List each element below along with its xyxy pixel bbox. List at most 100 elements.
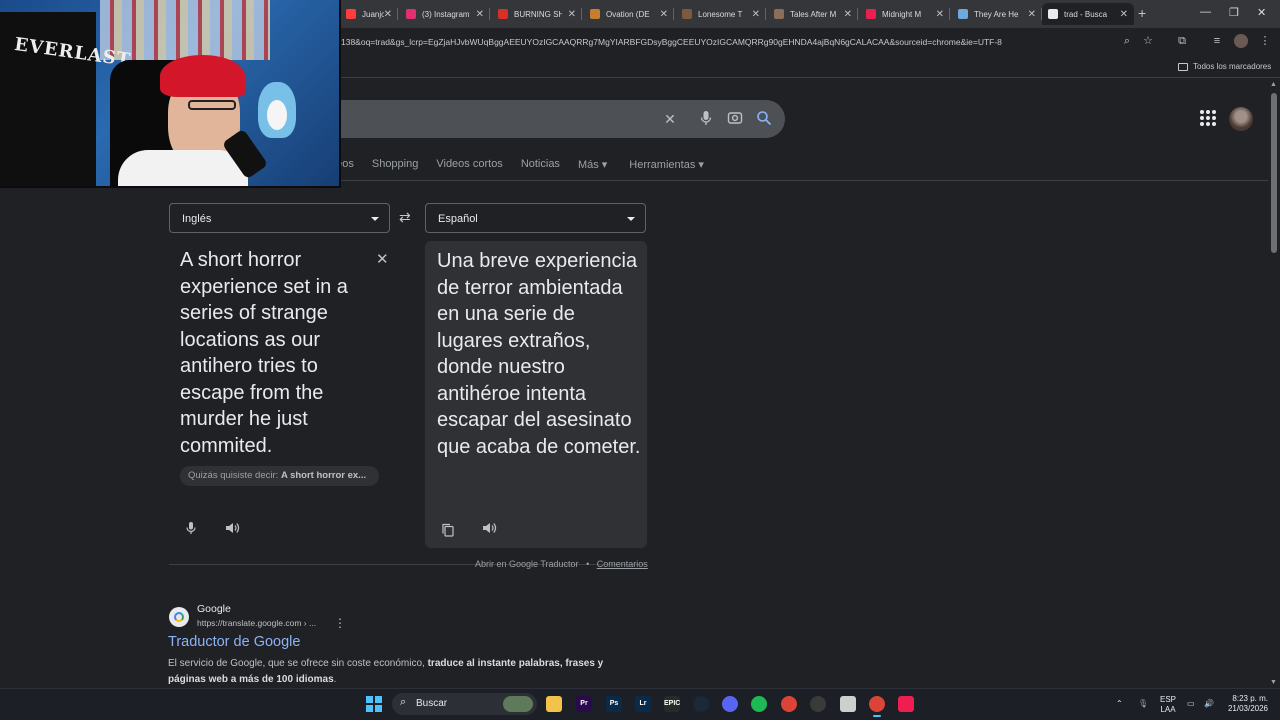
clear-search-icon[interactable]: ✕ <box>661 110 679 128</box>
glasses <box>188 100 236 110</box>
show-hidden-icons[interactable]: ⌃ <box>1116 699 1123 709</box>
source-text-input[interactable]: A short horror experience set in a serie… <box>180 247 380 459</box>
tab-title: trad - Busca <box>1064 9 1108 19</box>
chrome-active-taskbar-icon[interactable] <box>869 696 885 712</box>
close-tab-icon[interactable]: ✕ <box>568 9 576 20</box>
google-apps-icon[interactable] <box>1200 110 1216 126</box>
browser-tab[interactable]: They Are He ✕ <box>952 3 1042 25</box>
browser-tab[interactable]: Lonesome T ✕ <box>676 3 766 25</box>
separator-dot: • <box>586 559 590 569</box>
suggestion-value: A short horror ex... <box>280 470 367 481</box>
open-in-translate-link[interactable]: Abrir en Google Traductor <box>475 559 579 569</box>
epic-games-taskbar-icon[interactable]: EPIC <box>664 696 680 712</box>
volume-icon[interactable]: 🔊 <box>1204 699 1214 709</box>
maximize-button[interactable]: ❐ <box>1229 6 1239 19</box>
translator-footer: Abrir en Google Traductor • Comentarios <box>475 559 648 569</box>
swap-languages-icon[interactable]: ⇄ <box>399 209 411 226</box>
close-tab-icon[interactable]: ✕ <box>936 9 944 20</box>
zoom-icon[interactable]: ⌕ <box>1120 34 1134 48</box>
penguin-plush <box>258 82 296 138</box>
browser-tab[interactable]: trad - Busca ✕ <box>1042 3 1134 25</box>
close-tab-icon[interactable]: ✕ <box>752 9 760 20</box>
result-title-link[interactable]: Traductor de Google <box>168 634 300 650</box>
tab-title: (3) Instagram <box>422 9 470 19</box>
close-window-button[interactable]: ✕ <box>1257 6 1266 19</box>
file-explorer-taskbar-icon[interactable] <box>546 696 562 712</box>
tab-title: Juanjo <box>362 9 384 19</box>
search-icon[interactable] <box>755 110 773 128</box>
close-tab-icon[interactable]: ✕ <box>476 9 484 20</box>
photoshop-taskbar-icon[interactable]: Ps <box>606 696 622 712</box>
account-avatar[interactable] <box>1229 107 1253 131</box>
browser-tab[interactable]: Juanjo ✕ <box>340 3 398 25</box>
new-tab-button[interactable]: + <box>1138 5 1146 21</box>
microphone-icon[interactable] <box>183 521 199 537</box>
premiere-taskbar-icon[interactable]: Pr <box>576 696 592 712</box>
clear-source-icon[interactable]: ✕ <box>376 250 389 268</box>
listen-source-icon[interactable] <box>224 521 240 537</box>
browser-tab[interactable]: Tales After M ✕ <box>768 3 858 25</box>
close-tab-icon[interactable]: ✕ <box>1028 9 1036 20</box>
taskbar-clock[interactable]: 8:23 p. m. 21/03/2026 <box>1222 694 1268 714</box>
taskbar-search[interactable]: ⌕ Buscar <box>392 693 537 715</box>
browser-tab[interactable]: BURNING SH ✕ <box>492 3 582 25</box>
search-nav-tab[interactable]: Videos cortos <box>436 158 502 171</box>
taskbar-search-label: Buscar <box>416 698 448 709</box>
streamer-body <box>118 150 248 186</box>
dropdown-arrow-icon <box>371 217 379 221</box>
search-input[interactable] <box>320 100 785 138</box>
language-indicator[interactable]: ESP LAA <box>1160 695 1176 715</box>
discord-taskbar-icon[interactable] <box>722 696 738 712</box>
steam-taskbar-icon[interactable] <box>693 696 709 712</box>
tiktok-taskbar-icon[interactable] <box>898 696 914 712</box>
profile-avatar-icon[interactable] <box>1234 34 1248 48</box>
app-cat-taskbar-icon[interactable] <box>840 696 856 712</box>
bookmark-star-icon[interactable]: ☆ <box>1141 34 1155 48</box>
address-bar[interactable]: 138&oq=trad&gs_lcrp=EgZjaHJvbWUqBggAEEUY… <box>341 37 1002 47</box>
chrome-taskbar-icon[interactable] <box>781 696 797 712</box>
close-tab-icon[interactable]: ✕ <box>384 9 392 20</box>
listen-translation-icon[interactable] <box>481 521 497 537</box>
menu-icon[interactable]: ⋮ <box>1258 34 1272 48</box>
search-nav-tab[interactable]: Herramientas ▾ <box>629 158 704 171</box>
voice-search-icon[interactable] <box>697 110 715 128</box>
mic-tray-icon[interactable]: 🎙 <box>1138 699 1148 709</box>
tab-favicon-icon <box>958 9 968 19</box>
folder-icon <box>1178 62 1188 71</box>
copy-icon[interactable] <box>440 523 456 539</box>
search-nav-tab[interactable]: Más ▾ <box>578 158 607 171</box>
lens-search-icon[interactable] <box>726 110 744 128</box>
search-nav-tab[interactable]: Shopping <box>372 158 419 171</box>
obs-taskbar-icon[interactable] <box>810 696 826 712</box>
result-site-name: Google <box>197 603 231 615</box>
comments-link[interactable]: Comentarios <box>597 559 648 569</box>
network-icon[interactable]: ▭ <box>1187 699 1195 709</box>
spotify-taskbar-icon[interactable] <box>751 696 767 712</box>
close-tab-icon[interactable]: ✕ <box>660 9 668 20</box>
media-control-icon[interactable]: ≡ <box>1210 34 1224 48</box>
all-bookmarks-button[interactable]: Todos los marcadores <box>1178 62 1271 71</box>
target-language-select[interactable]: Español <box>425 203 646 233</box>
windows-start-icon[interactable] <box>366 696 382 712</box>
page-scrollbar[interactable]: ▲ ▼ <box>1268 79 1280 688</box>
minimize-button[interactable]: — <box>1200 6 1211 18</box>
tab-favicon-icon <box>590 9 600 19</box>
result-options-icon[interactable]: ⋮ <box>334 616 346 630</box>
close-tab-icon[interactable]: ✕ <box>1120 9 1128 20</box>
search-nav-tab[interactable]: Noticias <box>521 158 560 171</box>
source-language-label: Inglés <box>182 213 212 225</box>
tab-title: BURNING SH <box>514 9 562 19</box>
tab-title: Ovation (DE <box>606 9 650 19</box>
source-language-select[interactable]: Inglés <box>169 203 390 233</box>
close-tab-icon[interactable]: ✕ <box>844 9 852 20</box>
lightroom-taskbar-icon[interactable]: Lr <box>635 696 651 712</box>
result-site-url[interactable]: https://translate.google.com › ... <box>197 618 316 628</box>
tab-title: Midnight M <box>882 9 922 19</box>
spelling-suggestion[interactable]: Quizás quisiste decir: A short horror ex… <box>180 466 379 486</box>
google-favicon-icon <box>169 607 189 627</box>
browser-tab[interactable]: (3) Instagram ✕ <box>400 3 490 25</box>
browser-tab[interactable]: Midnight M ✕ <box>860 3 950 25</box>
browser-tab[interactable]: Ovation (DE ✕ <box>584 3 674 25</box>
scrollbar-thumb[interactable] <box>1271 93 1277 253</box>
extensions-icon[interactable]: ⧉ <box>1175 34 1189 48</box>
